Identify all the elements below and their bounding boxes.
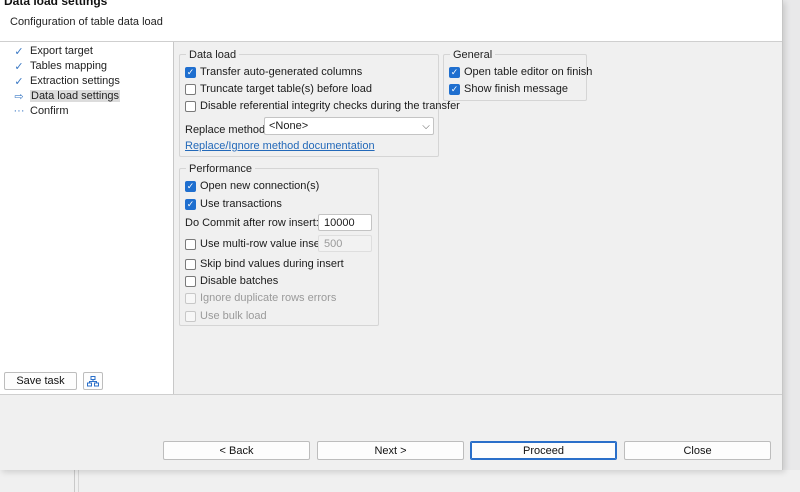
checkbox-label: Disable batches [200, 275, 279, 287]
settings-panel: Data load Transfer auto-generated column… [175, 42, 782, 394]
checkbox-box[interactable] [185, 100, 196, 112]
skip-bind-values-checkbox[interactable]: Skip bind values during insert [185, 256, 344, 272]
checkbox-label: Ignore duplicate rows errors [200, 292, 337, 304]
background-divider [74, 470, 75, 492]
replace-method-label: Replace method: [185, 124, 269, 136]
multi-row-count-input: 500 [318, 235, 372, 252]
checkbox-box[interactable] [185, 180, 196, 192]
dialog-header: Data load settings Configuration of tabl… [0, 0, 782, 42]
transfer-auto-columns-checkbox[interactable]: Transfer auto-generated columns [185, 64, 362, 80]
ellipsis-icon: ··· [13, 105, 25, 117]
multi-row-insert-checkbox[interactable]: Use multi-row value insert [185, 236, 327, 252]
checkbox-box[interactable] [185, 275, 196, 287]
show-finish-message-checkbox[interactable]: Show finish message [449, 81, 568, 97]
button-bar: < Back Next > Proceed Close [0, 394, 782, 470]
data-load-group: Data load Transfer auto-generated column… [179, 49, 460, 157]
nav-item-tables-mapping[interactable]: ✓ Tables mapping [12, 59, 107, 73]
chevron-down-icon: ⌵ [422, 120, 430, 132]
page-title: Data load settings [4, 0, 108, 8]
checkbox-label: Open new connection(s) [200, 180, 320, 192]
group-legend: General [450, 49, 496, 61]
background-divider [78, 470, 79, 492]
performance-group: Performance Open new connection(s) Use t… [179, 163, 379, 326]
truncate-target-checkbox[interactable]: Truncate target table(s) before load [185, 81, 372, 97]
nav-item-data-load-settings[interactable]: ⇨ Data load settings [12, 89, 121, 103]
checkbox-box[interactable] [449, 66, 460, 78]
nav-item-label: Export target [30, 45, 93, 57]
wizard-steps-panel: ✓ Export target ✓ Tables mapping ✓ Extra… [0, 42, 174, 394]
checkbox-box[interactable] [185, 198, 196, 210]
commit-after-row-label: Do Commit after row insert: [185, 217, 319, 229]
checkbox-box[interactable] [185, 83, 196, 95]
checkbox-label: Open table editor on finish [464, 66, 593, 78]
close-button[interactable]: Close [624, 441, 771, 460]
disable-ref-integrity-checkbox[interactable]: Disable referential integrity checks dur… [185, 98, 460, 114]
background-window [0, 470, 800, 492]
checkbox-label: Disable referential integrity checks dur… [200, 100, 460, 112]
checkbox-box [185, 292, 196, 304]
checkbox-label: Use transactions [200, 198, 282, 210]
network-icon [87, 375, 99, 386]
data-transfer-dialog: Data load settings Configuration of tabl… [0, 0, 783, 470]
nav-item-export-target[interactable]: ✓ Export target [12, 44, 93, 58]
replace-method-value: <None> [269, 120, 309, 132]
page-subtitle: Configuration of table data load [10, 16, 163, 28]
checkbox-box[interactable] [185, 66, 196, 78]
disable-batches-checkbox[interactable]: Disable batches [185, 273, 278, 289]
nav-item-label: Data load settings [30, 90, 121, 102]
open-table-editor-checkbox[interactable]: Open table editor on finish [449, 64, 592, 80]
checkbox-label: Skip bind values during insert [200, 258, 344, 270]
nav-item-confirm[interactable]: ··· Confirm [12, 104, 69, 118]
arrow-right-icon: ⇨ [14, 90, 24, 103]
save-task-button[interactable]: Save task [4, 372, 77, 390]
checkbox-box[interactable] [449, 83, 460, 95]
nav-item-label: Confirm [30, 105, 69, 117]
check-icon: ✓ [14, 60, 24, 73]
group-legend: Performance [186, 163, 255, 175]
checkbox-label: Truncate target table(s) before load [200, 83, 373, 95]
commit-row-count-input[interactable]: 10000 [318, 214, 372, 231]
replace-method-select[interactable]: <None> ⌵ [264, 117, 434, 135]
nav-item-extraction-settings[interactable]: ✓ Extraction settings [12, 74, 120, 88]
checkbox-label: Show finish message [464, 83, 568, 95]
group-legend: Data load [186, 49, 240, 61]
general-group: General Open table editor on finish Show… [443, 49, 592, 101]
checkbox-box [185, 310, 196, 322]
replace-method-doc-link[interactable]: Replace/Ignore method documentation [185, 140, 375, 152]
proceed-button[interactable]: Proceed [470, 441, 617, 460]
back-button[interactable]: < Back [163, 441, 310, 460]
check-icon: ✓ [14, 45, 24, 58]
task-manager-button[interactable] [83, 372, 103, 390]
ignore-duplicates-checkbox: Ignore duplicate rows errors [185, 290, 336, 306]
checkbox-box[interactable] [185, 258, 196, 270]
open-new-connection-checkbox[interactable]: Open new connection(s) [185, 178, 319, 194]
nav-item-label: Tables mapping [30, 60, 108, 72]
nav-item-label: Extraction settings [30, 75, 120, 87]
checkbox-label: Use bulk load [200, 310, 267, 322]
next-button[interactable]: Next > [317, 441, 464, 460]
checkbox-label: Use multi-row value insert [200, 238, 327, 250]
check-icon: ✓ [14, 75, 24, 88]
use-transactions-checkbox[interactable]: Use transactions [185, 196, 282, 212]
use-bulk-load-checkbox: Use bulk load [185, 308, 267, 324]
checkbox-box[interactable] [185, 238, 196, 250]
checkbox-label: Transfer auto-generated columns [200, 66, 363, 78]
